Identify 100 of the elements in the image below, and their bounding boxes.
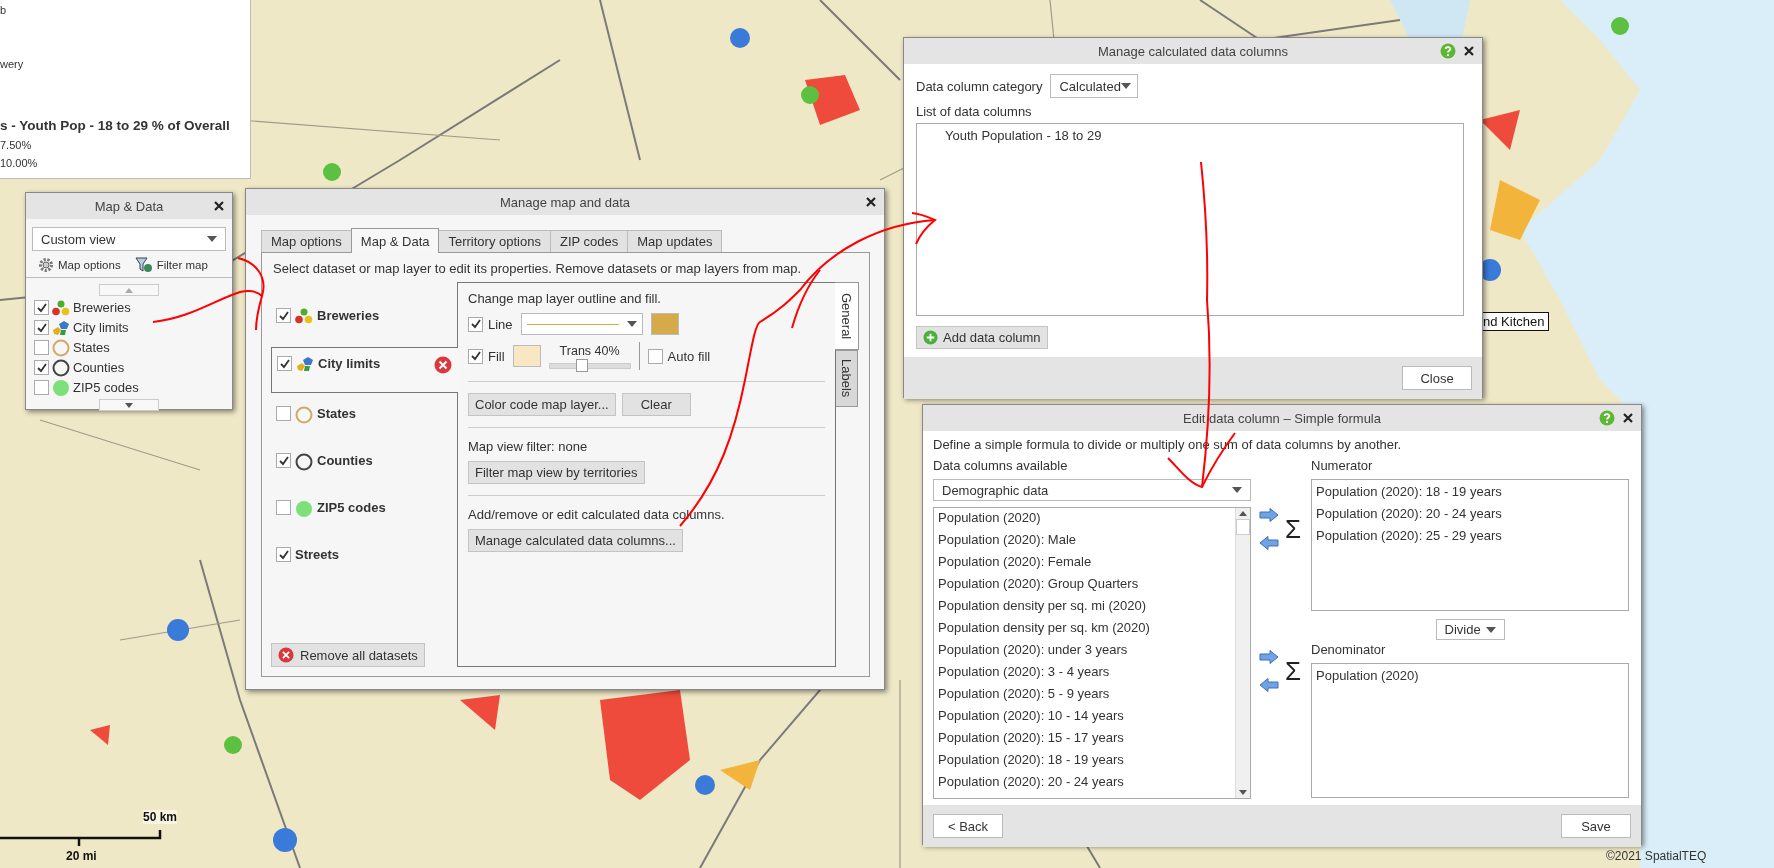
tab[interactable]: Map updates: [627, 230, 723, 252]
triangle-icon[interactable]: [1239, 790, 1247, 795]
checkbox[interactable]: [276, 453, 291, 468]
checkbox[interactable]: [277, 356, 292, 371]
layer-item[interactable]: ZIP5 codes: [271, 492, 457, 534]
checkbox[interactable]: [276, 308, 291, 323]
tab[interactable]: ZIP codes: [549, 230, 629, 252]
list-item[interactable]: Population (2020): 18 - 19 years: [1316, 484, 1624, 500]
add-column-button[interactable]: Add data column: [916, 326, 1048, 349]
list-item[interactable]: Population (2020): 25 - 29 years: [1316, 528, 1624, 544]
checkbox[interactable]: [34, 320, 49, 335]
close-icon[interactable]: [866, 197, 876, 207]
action-button[interactable]: Color code map layer...: [468, 393, 616, 416]
layer-item[interactable]: States: [271, 398, 457, 440]
arrow-right-icon[interactable]: [1259, 650, 1279, 664]
map-marker[interactable]: [695, 775, 715, 795]
checkbox[interactable]: [468, 348, 483, 364]
checkbox[interactable]: [468, 316, 483, 332]
manage-columns-button[interactable]: Manage calculated data columns...: [468, 529, 683, 552]
tab[interactable]: Map & Data: [350, 228, 440, 253]
side-tab[interactable]: Labels: [836, 350, 858, 407]
list-item[interactable]: Population (2020): Female: [938, 554, 1231, 570]
scroll-up-button[interactable]: [99, 284, 159, 296]
tab[interactable]: Map options: [261, 230, 352, 252]
map-marker[interactable]: [323, 163, 341, 181]
list-item[interactable]: Population (2020): 20 - 24 years: [1316, 506, 1624, 522]
layer-label[interactable]: ZIP5 codes: [73, 380, 139, 395]
map-marker[interactable]: [167, 619, 189, 641]
map-marker[interactable]: [730, 28, 750, 48]
slider-label: Trans 40%: [559, 343, 620, 358]
close-icon[interactable]: [1623, 413, 1633, 423]
layer-item[interactable]: Streets: [271, 539, 457, 581]
gear-icon: [38, 257, 54, 273]
checkbox[interactable]: [34, 380, 49, 395]
layer-item[interactable]: Breweries: [271, 300, 457, 342]
back-button[interactable]: < Back: [933, 814, 1003, 838]
close-button[interactable]: Close: [1402, 366, 1472, 390]
checkbox[interactable]: [276, 406, 291, 421]
help-icon[interactable]: [1440, 43, 1456, 59]
checkbox[interactable]: [34, 300, 49, 315]
checkbox[interactable]: [34, 340, 49, 355]
remove-all-button[interactable]: Remove all datasets: [271, 643, 425, 667]
list-item[interactable]: Population (2020): 20 - 24 years: [938, 774, 1231, 790]
line-style-dropdown[interactable]: [520, 313, 643, 335]
help-icon[interactable]: [1599, 410, 1615, 426]
scrollbar[interactable]: [1235, 508, 1250, 798]
toolbar-button[interactable]: Map options: [38, 257, 121, 273]
list-item[interactable]: Population (2020): Group Quarters: [938, 576, 1231, 592]
list-item[interactable]: Population (2020): 10 - 14 years: [938, 708, 1231, 724]
scroll-thumb[interactable]: [1236, 519, 1250, 535]
layer-label[interactable]: States: [73, 340, 110, 355]
list-item[interactable]: Population (2020): Male: [938, 532, 1231, 548]
fill-color-picker[interactable]: [512, 345, 541, 367]
remove-icon[interactable]: [434, 356, 452, 374]
caret-icon: [1232, 487, 1242, 493]
close-icon[interactable]: [1464, 46, 1474, 56]
view-dropdown[interactable]: Custom view: [32, 227, 226, 251]
list-item[interactable]: Population (2020): 3 - 4 years: [938, 664, 1231, 680]
ring-icon: [52, 338, 70, 357]
layer-item[interactable]: City limits: [271, 347, 458, 393]
operation-dropdown[interactable]: Divide: [1435, 619, 1505, 640]
filter-button[interactable]: Filter map view by territories: [468, 461, 645, 484]
side-tab[interactable]: General: [835, 282, 859, 351]
list-item[interactable]: Population (2020): 15 - 17 years: [938, 730, 1231, 746]
list-item[interactable]: Population density per sq. mi (2020): [938, 598, 1231, 614]
list-item[interactable]: Population (2020): [1316, 668, 1624, 684]
list-item[interactable]: Population (2020): under 3 years: [938, 642, 1231, 658]
close-icon[interactable]: [214, 201, 224, 211]
line-color-picker[interactable]: [650, 313, 679, 335]
map-marker[interactable]: [273, 828, 297, 852]
tab[interactable]: Territory options: [438, 230, 551, 252]
toolbar-button[interactable]: Filter map: [134, 257, 208, 273]
map-marker[interactable]: [801, 86, 819, 104]
action-button[interactable]: Clear: [621, 393, 691, 416]
checkbox[interactable]: [276, 500, 291, 515]
list-item[interactable]: Population (2020): [938, 510, 1231, 526]
checkbox[interactable]: [276, 547, 291, 562]
scroll-down-button[interactable]: [99, 399, 159, 411]
list-item[interactable]: Youth Population - 18 to 29: [945, 128, 1463, 143]
category-dropdown[interactable]: Calculated: [1050, 74, 1139, 98]
map-marker[interactable]: [1611, 17, 1629, 35]
triangle-icon[interactable]: [1239, 511, 1247, 516]
arrow-right-icon[interactable]: [1259, 508, 1279, 522]
arrow-left-icon[interactable]: [1259, 678, 1279, 692]
layer-label[interactable]: Counties: [73, 360, 125, 375]
layer-item[interactable]: Counties: [271, 445, 457, 487]
layer-label[interactable]: City limits: [73, 320, 129, 335]
sum-sign: Σ: [1285, 655, 1302, 687]
slider-track[interactable]: [548, 362, 631, 369]
arrow-left-icon[interactable]: [1259, 536, 1279, 550]
save-button[interactable]: Save: [1561, 814, 1631, 838]
map-marker[interactable]: [224, 736, 242, 754]
list-item[interactable]: Population density per sq. km (2020): [938, 620, 1231, 636]
list-item[interactable]: Population (2020): 5 - 9 years: [938, 686, 1231, 702]
checkbox[interactable]: [34, 360, 49, 375]
checkbox[interactable]: [647, 348, 663, 364]
list-item[interactable]: Population (2020): 18 - 19 years: [938, 752, 1231, 768]
layer-label[interactable]: Breweries: [73, 300, 131, 315]
source-dropdown[interactable]: Demographic data: [933, 479, 1251, 501]
slider-thumb[interactable]: [575, 358, 588, 372]
